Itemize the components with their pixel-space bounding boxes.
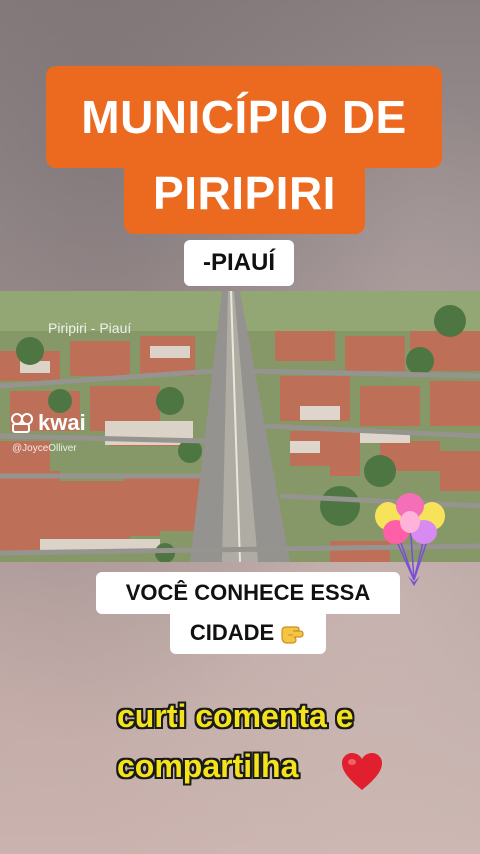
cta-line-1: curti comenta e — [117, 698, 354, 734]
subtitle-label: -PIAUÍ — [184, 240, 294, 286]
cta-line-2: compartilha — [117, 748, 299, 784]
question-line-2-container: CIDADE — [170, 612, 326, 654]
pointing-hand-icon — [281, 626, 304, 644]
title-line-1: MUNICÍPIO DE — [81, 91, 407, 143]
kwai-user-handle: @JoyceOlliver — [12, 443, 77, 454]
kwai-logo-text: kwai — [38, 410, 86, 435]
heart-icon — [340, 752, 384, 797]
kwai-camera-icon — [11, 413, 33, 433]
title-line-2: PIRIPIRI — [153, 167, 336, 219]
kwai-logo: kwai — [10, 410, 86, 436]
question-line-2: CIDADE — [189, 620, 275, 645]
photo-caption: Piripiri - Piauí — [48, 320, 132, 336]
question-line-1: VOCÊ CONHECE ESSA — [96, 572, 400, 614]
